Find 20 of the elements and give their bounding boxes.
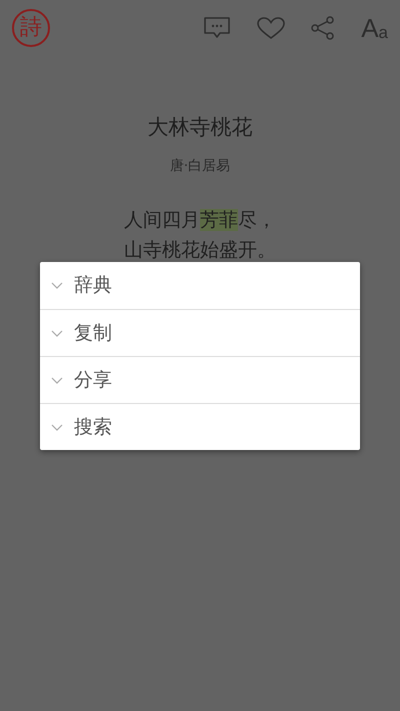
logo-seal: 詩 <box>12 9 50 47</box>
menu-label: 辞典 <box>74 273 112 298</box>
share-icon[interactable] <box>311 16 336 40</box>
chevron-down-icon <box>51 330 63 336</box>
menu-label: 分享 <box>74 368 112 393</box>
menu-item[interactable]: 辞典 <box>40 262 360 309</box>
poem-author: 唐·白居易 <box>170 156 230 176</box>
poem-line: 山寺桃花始盛开。 <box>124 238 276 262</box>
chevron-down-icon <box>51 282 63 289</box>
chevron-down-icon <box>51 424 63 430</box>
poem-title: 大林寺桃花 <box>148 114 252 141</box>
menu-item[interactable]: 复制 <box>40 309 360 356</box>
menu-item[interactable]: 搜索 <box>40 403 360 450</box>
chevron-down-icon <box>51 376 63 384</box>
heart-icon[interactable] <box>257 17 286 39</box>
menu-label: 复制 <box>74 320 112 346</box>
menu-label: 搜索 <box>74 414 112 440</box>
menu-item[interactable]: 分享 <box>40 356 360 403</box>
poem-line: 人间四月 芳菲尽， <box>124 208 276 232</box>
comment-icon[interactable] <box>204 17 230 39</box>
